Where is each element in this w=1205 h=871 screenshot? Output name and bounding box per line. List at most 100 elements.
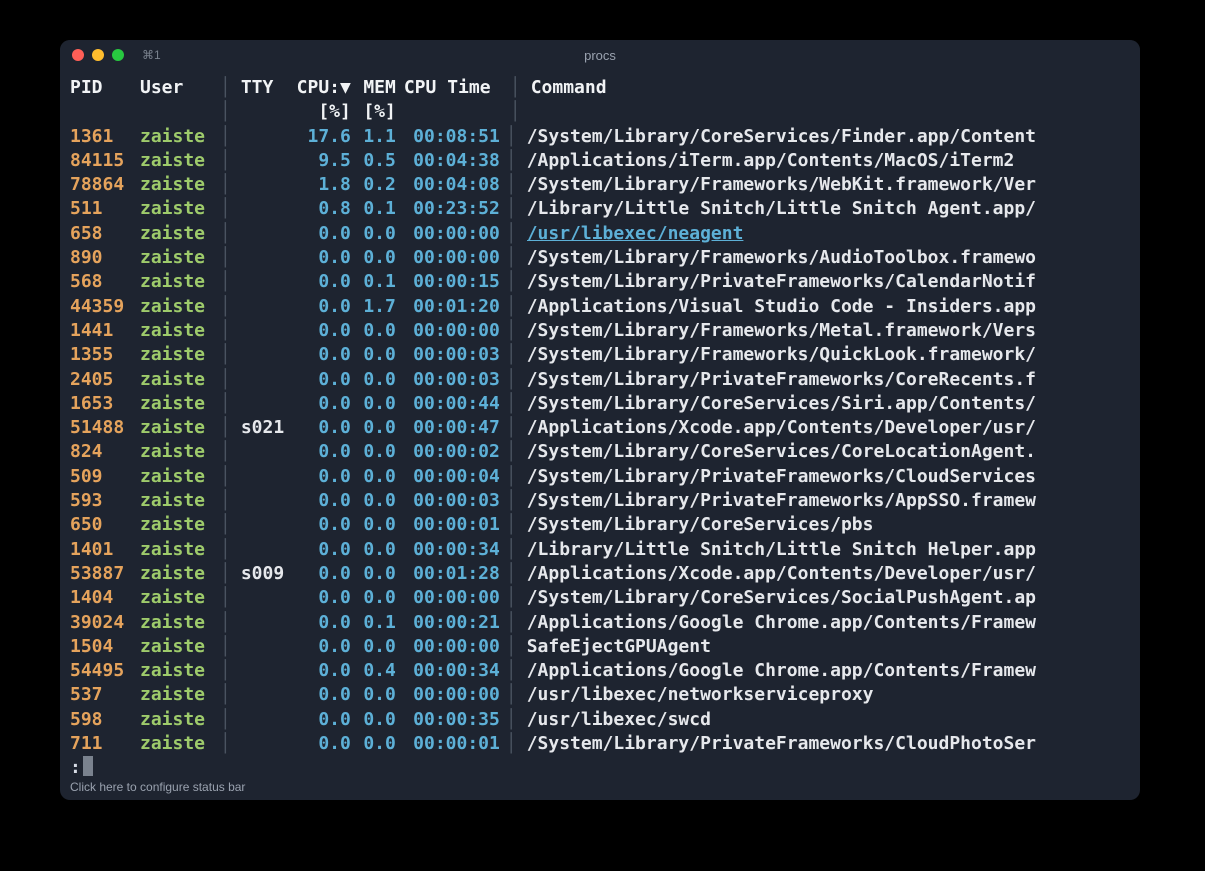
cell-command: /System/Library/Frameworks/WebKit.framew… xyxy=(527,173,1130,197)
cell-user: zaiste xyxy=(140,416,220,440)
table-row[interactable]: 537zaiste│0.00.000:00:00│/usr/libexec/ne… xyxy=(70,683,1130,707)
separator-icon: │ xyxy=(506,659,517,683)
cell-mem: 0.1 xyxy=(351,270,396,294)
separator-icon: │ xyxy=(220,538,231,562)
header-user: User xyxy=(140,76,220,100)
cell-cpu: 0.0 xyxy=(296,222,351,246)
cell-user: zaiste xyxy=(140,149,220,173)
cell-cpu: 0.8 xyxy=(296,197,351,221)
header-cpu[interactable]: CPU:▼ xyxy=(296,76,351,100)
table-row[interactable]: 598zaiste│0.00.000:00:35│/usr/libexec/sw… xyxy=(70,708,1130,732)
tab-label[interactable]: ⌘1 xyxy=(142,48,161,62)
cell-time: 00:00:01 xyxy=(400,732,500,756)
cell-user: zaiste xyxy=(140,538,220,562)
cell-mem: 0.2 xyxy=(351,173,396,197)
header-command: Command xyxy=(531,76,607,100)
separator-icon: │ xyxy=(506,562,517,586)
cell-tty xyxy=(241,708,296,732)
terminal-body[interactable]: PID User │ TTY CPU:▼ MEM CPU Time │ Comm… xyxy=(60,70,1140,776)
header-time: CPU Time xyxy=(404,76,504,100)
table-row[interactable]: 1441zaiste│0.00.000:00:00│/System/Librar… xyxy=(70,319,1130,343)
cell-command[interactable]: /usr/libexec/neagent xyxy=(527,222,1130,246)
table-row[interactable]: 1355zaiste│0.00.000:00:03│/System/Librar… xyxy=(70,343,1130,367)
table-row[interactable]: 824zaiste│0.00.000:00:02│/System/Library… xyxy=(70,440,1130,464)
cell-user: zaiste xyxy=(140,295,220,319)
cell-command: /System/Library/Frameworks/Metal.framewo… xyxy=(527,319,1130,343)
table-row[interactable]: 658zaiste│0.00.000:00:00│/usr/libexec/ne… xyxy=(70,222,1130,246)
table-row[interactable]: 84115zaiste│9.50.500:04:38│/Applications… xyxy=(70,149,1130,173)
cell-cpu: 0.0 xyxy=(296,659,351,683)
table-row[interactable]: 1504zaiste│0.00.000:00:00│SafeEjectGPUAg… xyxy=(70,635,1130,659)
cell-user: zaiste xyxy=(140,635,220,659)
cell-pid: 1401 xyxy=(70,538,140,562)
table-row[interactable]: 711zaiste│0.00.000:00:01│/System/Library… xyxy=(70,732,1130,756)
cell-mem: 0.1 xyxy=(351,197,396,221)
separator-icon: │ xyxy=(506,586,517,610)
separator-icon: │ xyxy=(506,611,517,635)
cell-time: 00:00:00 xyxy=(400,246,500,270)
table-row[interactable]: 51488zaiste│s0210.00.000:00:47│/Applicat… xyxy=(70,416,1130,440)
cell-command: /Applications/Google Chrome.app/Contents… xyxy=(527,611,1130,635)
cell-command: /usr/libexec/networkserviceproxy xyxy=(527,683,1130,707)
close-icon[interactable] xyxy=(72,49,84,61)
cell-user: zaiste xyxy=(140,513,220,537)
cell-time: 00:00:03 xyxy=(400,343,500,367)
cell-mem: 0.0 xyxy=(351,489,396,513)
table-row[interactable]: 1653zaiste│0.00.000:00:44│/System/Librar… xyxy=(70,392,1130,416)
cell-tty: s021 xyxy=(241,416,296,440)
table-row[interactable]: 53887zaiste│s0090.00.000:01:28│/Applicat… xyxy=(70,562,1130,586)
table-row[interactable]: 1401zaiste│0.00.000:00:34│/Library/Littl… xyxy=(70,538,1130,562)
cell-mem: 0.0 xyxy=(351,683,396,707)
cell-time: 00:00:34 xyxy=(400,659,500,683)
cell-tty: s009 xyxy=(241,562,296,586)
separator-icon: │ xyxy=(220,586,231,610)
cell-command: /System/Library/CoreServices/SocialPushA… xyxy=(527,586,1130,610)
cell-pid: 650 xyxy=(70,513,140,537)
zoom-icon[interactable] xyxy=(112,49,124,61)
table-row[interactable]: 44359zaiste│0.01.700:01:20│/Applications… xyxy=(70,295,1130,319)
table-row[interactable]: 568zaiste│0.00.100:00:15│/System/Library… xyxy=(70,270,1130,294)
separator-icon: │ xyxy=(220,489,231,513)
cell-time: 00:00:47 xyxy=(400,416,500,440)
cell-mem: 0.0 xyxy=(351,368,396,392)
cell-mem: 1.7 xyxy=(351,295,396,319)
cell-command: /usr/libexec/swcd xyxy=(527,708,1130,732)
table-row[interactable]: 1404zaiste│0.00.000:00:00│/System/Librar… xyxy=(70,586,1130,610)
table-row[interactable]: 509zaiste│0.00.000:00:04│/System/Library… xyxy=(70,465,1130,489)
cell-tty xyxy=(241,173,296,197)
table-row[interactable]: 511zaiste│0.80.100:23:52│/Library/Little… xyxy=(70,197,1130,221)
cell-command: /System/Library/PrivateFrameworks/AppSSO… xyxy=(527,489,1130,513)
separator-icon: │ xyxy=(220,465,231,489)
table-row[interactable]: 890zaiste│0.00.000:00:00│/System/Library… xyxy=(70,246,1130,270)
header-units-row: │ [%] [%] │ xyxy=(70,100,1130,124)
cell-mem: 0.1 xyxy=(351,611,396,635)
separator-icon: │ xyxy=(506,465,517,489)
table-row[interactable]: 1361zaiste│17.61.100:08:51│/System/Libra… xyxy=(70,125,1130,149)
separator-icon: │ xyxy=(220,732,231,756)
separator-icon: │ xyxy=(220,173,231,197)
cell-user: zaiste xyxy=(140,319,220,343)
prompt-line[interactable]: : xyxy=(70,756,1130,776)
cell-time: 00:00:02 xyxy=(400,440,500,464)
cell-pid: 824 xyxy=(70,440,140,464)
table-row[interactable]: 593zaiste│0.00.000:00:03│/System/Library… xyxy=(70,489,1130,513)
titlebar: ⌘1 procs xyxy=(60,40,1140,70)
cell-user: zaiste xyxy=(140,683,220,707)
header-mem: MEM xyxy=(351,76,396,100)
cell-cpu: 0.0 xyxy=(296,319,351,343)
table-row[interactable]: 650zaiste│0.00.000:00:01│/System/Library… xyxy=(70,513,1130,537)
cell-time: 00:00:15 xyxy=(400,270,500,294)
status-bar-hint[interactable]: Click here to configure status bar xyxy=(60,776,1140,800)
separator-icon: │ xyxy=(220,343,231,367)
minimize-icon[interactable] xyxy=(92,49,104,61)
cell-pid: 53887 xyxy=(70,562,140,586)
cell-command: /Applications/Xcode.app/Contents/Develop… xyxy=(527,562,1130,586)
cell-pid: 44359 xyxy=(70,295,140,319)
cell-pid: 1653 xyxy=(70,392,140,416)
table-row[interactable]: 39024zaiste│0.00.100:00:21│/Applications… xyxy=(70,611,1130,635)
table-row[interactable]: 78864zaiste│1.80.200:04:08│/System/Libra… xyxy=(70,173,1130,197)
separator-icon: │ xyxy=(220,246,231,270)
cell-user: zaiste xyxy=(140,246,220,270)
table-row[interactable]: 2405zaiste│0.00.000:00:03│/System/Librar… xyxy=(70,368,1130,392)
table-row[interactable]: 54495zaiste│0.00.400:00:34│/Applications… xyxy=(70,659,1130,683)
